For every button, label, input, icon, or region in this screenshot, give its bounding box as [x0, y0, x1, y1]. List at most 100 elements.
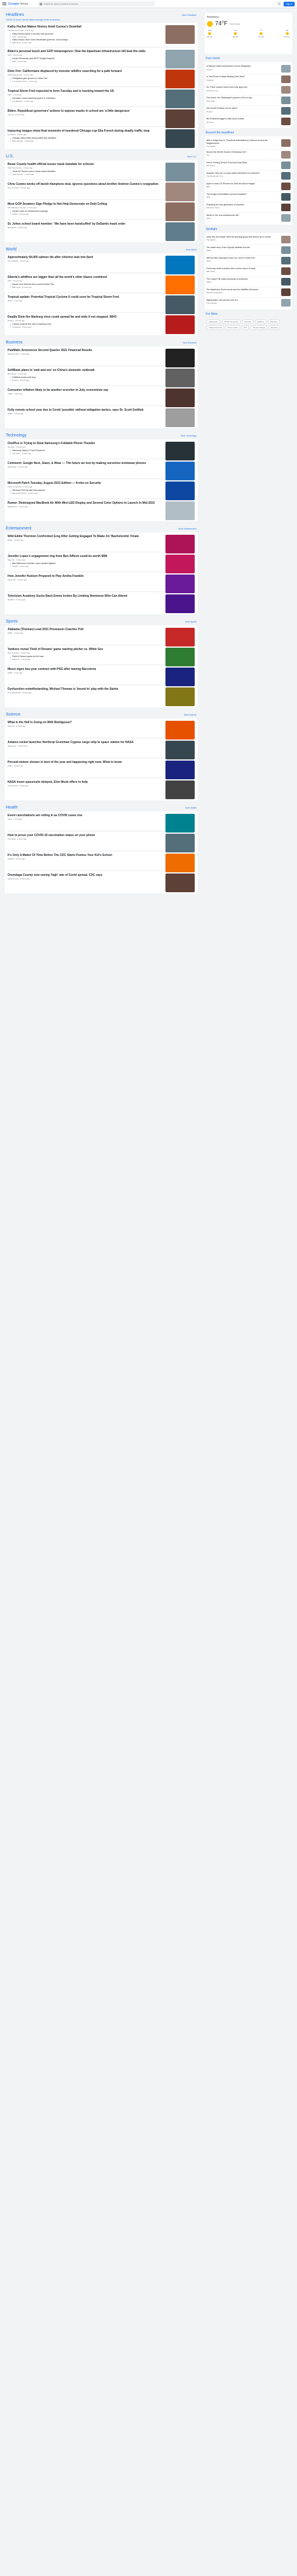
right-story-headline[interactable]: Preparing the next generation of teacher…: [206, 204, 279, 207]
story-item[interactable]: Event cancellations are rolling in as CO…: [8, 814, 195, 833]
right-story-headline[interactable]: Apple to scan US iPhones for child sex a…: [206, 183, 279, 185]
story-thumbnail[interactable]: [165, 555, 195, 573]
topic-chip[interactable]: Stock market: [225, 325, 240, 330]
story-thumbnail[interactable]: [165, 442, 195, 460]
story-headline[interactable]: St. Johns school board member: 'We have …: [8, 222, 163, 226]
right-story-item[interactable]: Is Nipsey Hustle Kids Andrew Cuomo Resig…: [206, 64, 291, 74]
story-item[interactable]: Microsoft Patch Tuesday, August 2021 Edi…: [8, 482, 195, 500]
story-thumbnail[interactable]: [165, 780, 195, 799]
topic-chip[interactable]: NFL: [241, 325, 250, 330]
story-thumbnail[interactable]: [165, 721, 195, 740]
story-thumbnail[interactable]: [165, 873, 195, 892]
right-story-headline[interactable]: The inside story of the Olympic athletes…: [206, 246, 279, 249]
story-item[interactable]: St. Johns school board member: 'We have …: [8, 222, 195, 241]
right-story-headline[interactable]: How a Thriving Service Economy Kept Aflo…: [206, 161, 279, 164]
story-headline[interactable]: Approximately 94,000 salmon die after ch…: [8, 256, 163, 259]
topic-chip[interactable]: Wildfires: [255, 319, 267, 324]
topic-chip[interactable]: Olympics: [241, 319, 254, 324]
topic-chip[interactable]: COVID-19 vaccine: [221, 319, 241, 324]
related-story[interactable]: Samsung Galaxy Z Fold 3 hands-on The Verg…: [10, 449, 163, 455]
section-title-us[interactable]: U.S.: [6, 154, 14, 159]
right-story-headline[interactable]: With a Judge Now in, Residents Intimidat…: [206, 139, 279, 145]
story-item[interactable]: Tropical Storm Fred expected to form Tue…: [8, 90, 195, 108]
story-headline[interactable]: What in the Hell Is Going on With Betelg…: [8, 721, 163, 724]
right-story-thumbnail[interactable]: [281, 182, 291, 190]
right-story-item[interactable]: Did Dennis Rodman run for office? Reuters: [206, 106, 291, 116]
right-story-item[interactable]: The Mysterious Rocks found near the Wall…: [206, 287, 291, 298]
related-story[interactable]: Hurricane center watching system in Cari…: [10, 97, 163, 102]
right-story-item[interactable]: What's in the new infrastructure bill? Ax…: [206, 213, 291, 223]
right-story-headline[interactable]: Bill Schwarzenegger's claim about masks: [206, 118, 279, 121]
right-story-thumbnail[interactable]: [281, 214, 291, 222]
right-story-headline[interactable]: Should We Still Be Scared Of Monkeys Yet…: [206, 151, 279, 154]
right-story-item[interactable]: Fact check: No, Mississippi's governor d…: [206, 95, 291, 106]
right-story-item[interactable]: Analysis: Why are so many states still b…: [206, 171, 291, 181]
story-thumbnail[interactable]: [165, 295, 195, 314]
story-headline[interactable]: Microsoft Patch Tuesday, August 2021 Edi…: [8, 482, 163, 485]
right-story-headline[interactable]: Police say driver's actions were not the…: [206, 267, 279, 270]
story-item[interactable]: Perseid meteor shower is best of the yea…: [8, 761, 195, 779]
story-item[interactable]: Dixie Fire: Californians displaced by mo…: [8, 70, 195, 88]
story-headline[interactable]: Messi signs two-year contract with PSG a…: [8, 668, 163, 671]
right-story-item[interactable]: The inside story of the Olympic athletes…: [206, 245, 291, 256]
right-story-thumbnail[interactable]: [281, 161, 291, 169]
topic-chip[interactable]: Hurricane: [267, 319, 280, 324]
story-item[interactable]: Bexar County health official issues mask…: [8, 163, 195, 181]
right-story-item[interactable]: Is Viral Photo of Mask-Wearing Kids Real…: [206, 74, 291, 85]
story-thumbnail[interactable]: [165, 90, 195, 108]
story-thumbnail[interactable]: [165, 222, 195, 241]
story-headline[interactable]: Rumor: Redesigned MacBook Air With Mini-…: [8, 501, 163, 505]
apps-icon[interactable]: [278, 2, 281, 5]
story-item[interactable]: PubMatic Announces Second Quarter 2021 F…: [8, 349, 195, 367]
right-story-item[interactable]: Should We Still Be Scared Of Monkeys Yet…: [206, 150, 291, 160]
right-story-headline[interactable]: Is Nipsey Hustle Kids Andrew Cuomo Resig…: [206, 65, 279, 68]
more-link[interactable]: More World: [186, 249, 196, 251]
topic-chip[interactable]: Elections: [268, 325, 281, 330]
right-story-thumbnail[interactable]: [281, 277, 291, 286]
right-story-item[interactable]: The budget reconciliation process explai…: [206, 192, 291, 202]
section-title-technology[interactable]: Technology: [6, 434, 26, 438]
story-headline[interactable]: It's Only A Matter Of Time Before The CD…: [8, 854, 163, 857]
right-story-thumbnail[interactable]: [281, 86, 291, 94]
story-headline[interactable]: PubMatic Announces Second Quarter 2021 F…: [8, 349, 163, 352]
story-thumbnail[interactable]: [165, 202, 195, 221]
story-headline[interactable]: Dysfunction notwithstanding, Michael Tho…: [8, 687, 163, 691]
story-headline[interactable]: Antares rocket launches Northrop Grumman…: [8, 741, 163, 744]
story-headline[interactable]: Jennifer Lopez's engagement ring from Be…: [8, 555, 163, 558]
story-thumbnail[interactable]: [165, 50, 195, 68]
related-story[interactable]: Smoke from Siberian fires reaches North …: [10, 283, 163, 288]
story-headline[interactable]: Perseid meteor shower is best of the yea…: [8, 761, 163, 764]
right-story-headline[interactable]: The Chapel Hill hosts thousands of prote…: [206, 278, 279, 281]
story-item[interactable]: Kathy Hochul Makes History Amid Cuomo's …: [8, 25, 195, 47]
story-headline[interactable]: Yankees reveal 'Field of Dreams' game st…: [8, 648, 163, 651]
story-item[interactable]: Biden's personal touch and GOP intransig…: [8, 50, 195, 68]
more-link[interactable]: More Sports: [185, 621, 196, 623]
story-thumbnail[interactable]: [165, 834, 195, 852]
more-link[interactable]: More Headlines: [182, 14, 196, 16]
story-thumbnail[interactable]: [165, 256, 195, 274]
right-story-thumbnail[interactable]: [281, 192, 291, 201]
more-link[interactable]: More Technology: [181, 435, 196, 437]
story-thumbnail[interactable]: [165, 369, 195, 387]
right-story-item[interactable]: How a Thriving Service Economy Kept Aflo…: [206, 160, 291, 171]
story-headline[interactable]: Onondaga County now seeing 'high' rate o…: [8, 873, 163, 877]
story-item[interactable]: Yankees reveal 'Field of Dreams' game st…: [8, 648, 195, 666]
related-story[interactable]: Chicago officer killed during traffic st…: [10, 137, 163, 142]
right-story-thumbnail[interactable]: [281, 65, 291, 73]
story-item[interactable]: OnePlus is Trying to Steal Samsung's Fol…: [8, 442, 195, 460]
right-section-title[interactable]: Spotlight: [205, 225, 292, 233]
right-story-thumbnail[interactable]: [281, 203, 291, 211]
section-title-entertainment[interactable]: Entertainment: [6, 527, 32, 531]
right-story-headline[interactable]: Keep this one simple: Meet the growing g…: [206, 236, 279, 239]
story-item[interactable]: It's Only A Matter Of Time Before The CD…: [8, 854, 195, 872]
topic-chip[interactable]: Climate change: [250, 325, 268, 330]
right-story-thumbnail[interactable]: [281, 235, 291, 243]
story-item[interactable]: Deadly Dixie fire Marburg virus could sp…: [8, 315, 195, 334]
right-story-headline[interactable]: Is Viral Photo of Mask-Wearing Kids Real…: [206, 75, 279, 78]
story-item[interactable]: Chris Cuomo works off lavish Hamptons de…: [8, 183, 195, 201]
related-story[interactable]: Field of Dreams game set for Iowa MLB.com…: [10, 655, 163, 661]
story-thumbnail[interactable]: [165, 276, 195, 294]
right-story-item[interactable]: Will the Mars Specialty Foods Our Life b…: [206, 256, 291, 266]
story-thumbnail[interactable]: [165, 741, 195, 759]
story-headline[interactable]: Wild Eddie Thornton Confronted Greg Afte…: [8, 535, 163, 538]
